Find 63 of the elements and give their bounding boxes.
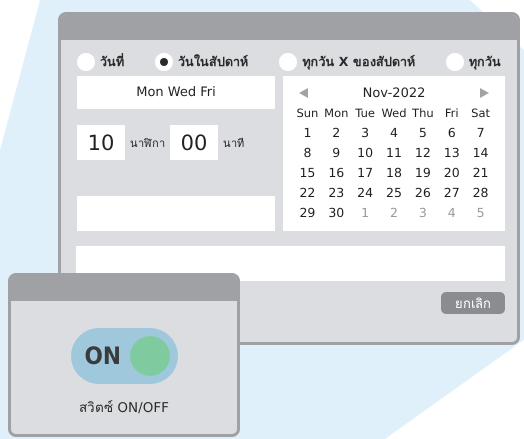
switch-caption: สวิตซ์ ON/OFF [79, 399, 169, 418]
weekday-header: Mon [323, 105, 350, 122]
weekday-field[interactable]: Mon Wed Fri [77, 76, 275, 109]
toggle-switch[interactable]: ON [70, 328, 178, 384]
calendar-day[interactable]: 15 [293, 164, 322, 182]
calendar-day[interactable]: 1 [293, 124, 322, 142]
toggle-label: ON [84, 342, 121, 370]
radio-label: วันในสัปดาห์ [178, 53, 248, 71]
weekday-header: Sat [470, 105, 491, 122]
weekday-header: Fri [444, 105, 460, 122]
calendar-day[interactable]: 22 [293, 184, 322, 202]
weekday-header: Thu [411, 105, 435, 122]
radio-label: ทุกวัน [469, 53, 501, 72]
radio-label: วันที่ [100, 52, 124, 71]
calendar-day[interactable]: 6 [437, 124, 466, 142]
calendar-day[interactable]: 23 [322, 184, 351, 202]
month-label: Nov-2022 [362, 86, 426, 100]
calendar-day[interactable]: 7 [466, 124, 495, 142]
calendar-day[interactable]: 11 [380, 144, 408, 162]
radio-button[interactable] [279, 53, 298, 71]
radio-label: ทุกวัน X ของสัปดาห์ [302, 53, 415, 72]
calendar-day[interactable]: 2 [322, 124, 351, 142]
calendar-day[interactable]: 24 [350, 184, 380, 202]
calendar-day[interactable]: 27 [437, 184, 466, 202]
toggle-thumb[interactable] [130, 336, 170, 376]
calendar-day[interactable]: 30 [322, 204, 351, 222]
radio-option[interactable]: วันในสัปดาห์ [155, 52, 248, 72]
calendar-day[interactable]: 16 [322, 164, 351, 182]
radio-button[interactable] [77, 53, 95, 71]
calendar-day[interactable]: 28 [466, 184, 495, 202]
calendar-day[interactable]: 14 [466, 144, 495, 162]
minute-field[interactable]: 00 [170, 125, 218, 160]
calendar-day[interactable]: 29 [293, 204, 322, 222]
radio-option[interactable]: ทุกวัน [446, 52, 501, 72]
calendar-day[interactable]: 12 [408, 144, 438, 162]
input-field[interactable] [76, 246, 505, 281]
calendar-day[interactable]: 26 [408, 184, 438, 202]
calendar-day[interactable]: 8 [293, 144, 322, 162]
calendar-day[interactable]: 20 [437, 164, 466, 182]
calendar-day[interactable]: 25 [380, 184, 408, 202]
previous-month-icon[interactable] [299, 88, 308, 98]
radio-option[interactable]: ทุกวัน X ของสัปดาห์ [279, 52, 415, 72]
calendar-day[interactable]: 5 [408, 124, 438, 142]
calendar-day[interactable]: 10 [350, 144, 380, 162]
minute-unit-label: นาที [223, 136, 244, 152]
weekday-header: Wed [380, 105, 408, 122]
calendar-day[interactable]: 18 [380, 164, 408, 182]
radio-button[interactable] [446, 53, 464, 71]
calendar-day[interactable]: 17 [350, 164, 380, 182]
calendar-day[interactable]: 19 [408, 164, 438, 182]
weekday-header: Sun [295, 105, 320, 122]
input-field[interactable] [77, 196, 275, 231]
hour-unit-label: นาฬิกา [130, 136, 165, 152]
calendar-day[interactable]: 9 [322, 144, 351, 162]
weekday-header: Tue [354, 105, 376, 122]
calendar-day[interactable]: 4 [380, 124, 408, 142]
calendar-day[interactable]: 13 [437, 144, 466, 162]
radio-button[interactable] [155, 53, 174, 71]
radio-option[interactable]: วันที่ [77, 52, 124, 72]
hour-field[interactable]: 10 [77, 125, 125, 160]
next-month-icon[interactable] [480, 88, 489, 98]
calendar-day[interactable]: 21 [466, 164, 495, 182]
calendar-day[interactable]: 3 [350, 124, 380, 142]
